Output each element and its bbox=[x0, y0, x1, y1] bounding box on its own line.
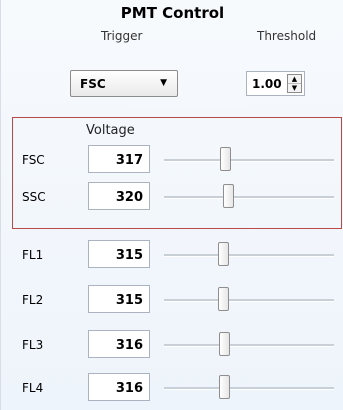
voltage-value: 316 bbox=[115, 381, 143, 396]
channel-label: FSC bbox=[22, 153, 45, 167]
voltage-input[interactable]: 317 bbox=[88, 145, 150, 173]
voltage-slider-track[interactable] bbox=[164, 254, 334, 257]
voltage-input[interactable]: 315 bbox=[88, 240, 150, 268]
voltage-slider-thumb[interactable] bbox=[218, 332, 230, 356]
channel-label: FL4 bbox=[22, 381, 44, 395]
channel-label: FL2 bbox=[22, 293, 44, 307]
channel-row: FL3 316 bbox=[1, 330, 343, 360]
voltage-value: 320 bbox=[115, 190, 143, 205]
trigger-select-value: FSC bbox=[80, 77, 106, 91]
voltage-value: 315 bbox=[115, 248, 143, 263]
spin-up-icon[interactable]: ▲ bbox=[288, 75, 301, 84]
voltage-slider-thumb[interactable] bbox=[218, 287, 230, 311]
voltage-slider-thumb[interactable] bbox=[222, 184, 234, 208]
voltage-slider-track[interactable] bbox=[164, 387, 334, 390]
threshold-spin-buttons: ▲ ▼ bbox=[287, 74, 302, 93]
voltage-input[interactable]: 320 bbox=[88, 182, 150, 210]
channel-label: FL1 bbox=[22, 248, 44, 262]
threshold-spinbox[interactable]: 1.00 ▲ ▼ bbox=[246, 71, 305, 96]
channel-row: FL4 316 bbox=[1, 373, 343, 403]
panel-title: PMT Control bbox=[120, 4, 225, 22]
voltage-input[interactable]: 316 bbox=[88, 373, 150, 401]
channel-row: SSC 320 bbox=[1, 182, 343, 212]
voltage-slider-track[interactable] bbox=[164, 344, 334, 347]
threshold-value[interactable]: 1.00 bbox=[252, 77, 282, 91]
channel-row: FSC 317 bbox=[1, 145, 343, 175]
spin-down-icon[interactable]: ▼ bbox=[288, 84, 301, 92]
voltage-value: 316 bbox=[115, 338, 143, 353]
channel-row: FL1 315 bbox=[1, 240, 343, 270]
voltage-input[interactable]: 315 bbox=[88, 285, 150, 313]
channel-row: FL2 315 bbox=[1, 285, 343, 315]
voltage-slider-track[interactable] bbox=[164, 159, 334, 162]
trigger-header: Trigger bbox=[101, 29, 143, 43]
voltage-slider-track[interactable] bbox=[164, 299, 334, 302]
voltage-value: 317 bbox=[115, 153, 143, 168]
voltage-slider-thumb[interactable] bbox=[218, 375, 230, 399]
voltage-value: 315 bbox=[115, 293, 143, 308]
voltage-slider-thumb[interactable] bbox=[219, 147, 231, 171]
threshold-header: Threshold bbox=[257, 29, 317, 43]
voltage-input[interactable]: 316 bbox=[88, 330, 150, 358]
channel-label: FL3 bbox=[22, 338, 44, 352]
dropdown-arrow-icon: ▼ bbox=[160, 78, 167, 88]
voltage-slider-track[interactable] bbox=[164, 196, 334, 199]
pmt-control-panel: PMT Control Trigger Threshold FSC ▼ 1.00… bbox=[0, 0, 343, 410]
voltage-header: Voltage bbox=[86, 123, 135, 138]
trigger-select[interactable]: FSC ▼ bbox=[70, 70, 178, 97]
channel-label: SSC bbox=[22, 190, 46, 204]
voltage-slider-thumb[interactable] bbox=[218, 242, 230, 266]
